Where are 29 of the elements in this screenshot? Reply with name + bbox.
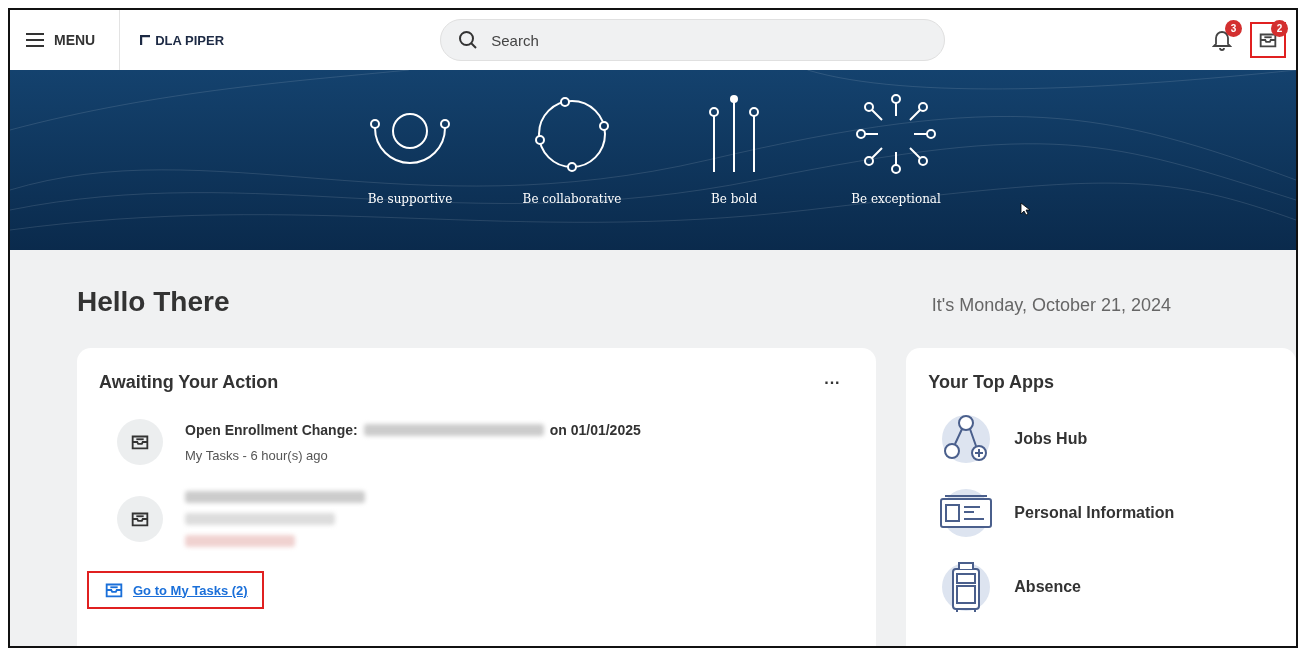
inbox-button[interactable]: 2 bbox=[1250, 22, 1286, 58]
menu-icon bbox=[26, 33, 44, 47]
search-field[interactable]: Search bbox=[440, 19, 946, 61]
logo: DLA PIPER bbox=[140, 32, 441, 48]
suitcase-icon bbox=[940, 559, 993, 615]
app-link[interactable]: Jobs Hub bbox=[1014, 430, 1088, 448]
notification-badge: 2 bbox=[1271, 20, 1288, 37]
value-label: Be bold bbox=[710, 192, 758, 206]
search-icon bbox=[458, 30, 479, 50]
value-label: Be exceptional bbox=[851, 192, 941, 206]
greeting-heading: Hello There bbox=[77, 286, 230, 318]
pointer-cursor-icon bbox=[1020, 202, 1030, 216]
bell-icon bbox=[1212, 29, 1232, 51]
task-title[interactable]: Open Enrollment Change: on 01/01/2025 bbox=[185, 421, 641, 438]
value-label: Be supportive bbox=[367, 192, 453, 206]
value-icon bbox=[856, 94, 936, 174]
value-label: Be collaborative bbox=[522, 192, 622, 206]
card-title: Your Top Apps bbox=[928, 372, 1054, 393]
go-to-tasks-link[interactable]: Go to My Tasks (2) bbox=[87, 571, 264, 609]
app-link[interactable]: Personal Information bbox=[1014, 504, 1175, 522]
task-meta: My Tasks - 6 hour(s) ago bbox=[185, 447, 329, 463]
id-card-icon bbox=[938, 487, 995, 539]
more-button[interactable]: ··· bbox=[818, 372, 847, 393]
value-icon bbox=[532, 94, 612, 174]
date-text: It's Monday, October 21, 2024 bbox=[931, 295, 1171, 316]
card-title: Awaiting Your Action bbox=[99, 372, 279, 393]
app-link[interactable]: Absence bbox=[1014, 578, 1081, 596]
notification-badge: 3 bbox=[1225, 20, 1242, 37]
people-network-icon bbox=[940, 413, 993, 465]
